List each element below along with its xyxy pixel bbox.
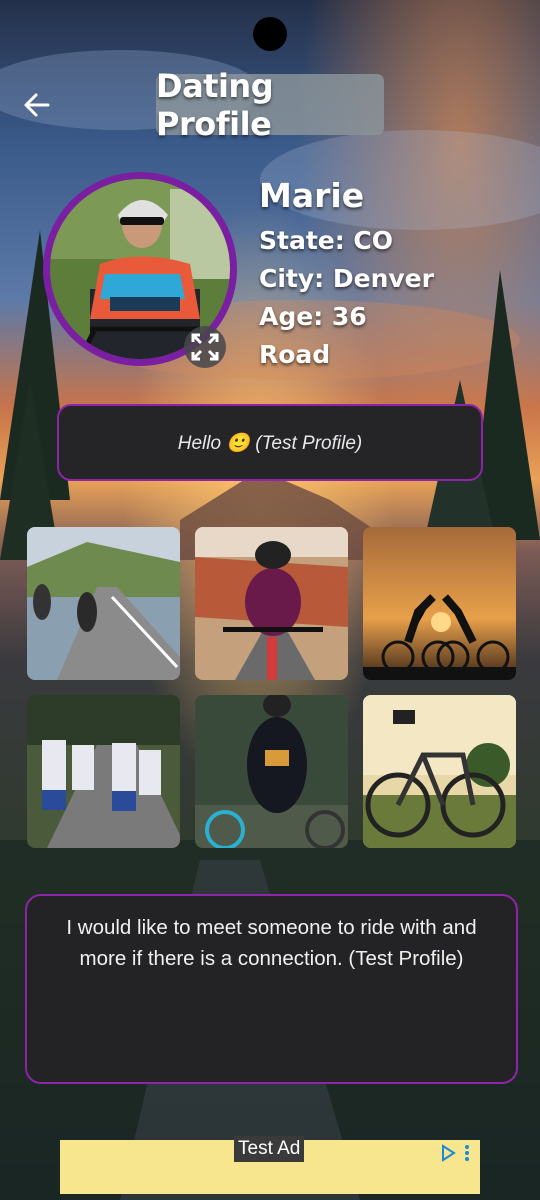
- photo-2[interactable]: [195, 527, 348, 680]
- photo-1[interactable]: [27, 527, 180, 680]
- photo-4[interactable]: [27, 695, 180, 848]
- fullscreen-icon: [191, 333, 219, 361]
- photo-sunset-highfive: [363, 527, 516, 680]
- bio-box: I would like to meet someone to ride wit…: [25, 894, 518, 1084]
- profile-age: Age: 36: [259, 302, 367, 331]
- greeting-box: Hello 🙂 (Test Profile): [57, 404, 483, 481]
- page-title-box: Dating Profile: [156, 67, 384, 143]
- photo-5[interactable]: [195, 695, 348, 848]
- photo-cyclists-road: [27, 527, 180, 680]
- photo-group-ride: [27, 695, 180, 848]
- photo-3[interactable]: [363, 527, 516, 680]
- ad-label: Test Ad: [234, 1136, 305, 1162]
- profile-riding-type: Road: [259, 340, 331, 369]
- adchoices-icon[interactable]: [440, 1144, 474, 1167]
- photo-6[interactable]: [363, 695, 516, 848]
- page-title: Dating Profile: [156, 66, 274, 143]
- back-button[interactable]: [18, 86, 58, 126]
- photo-cyclist-back: [195, 695, 348, 848]
- profile-state: State: CO: [259, 226, 394, 255]
- photo-cyclist-front: [195, 527, 348, 680]
- greeting-text: Hello 🙂 (Test Profile): [177, 432, 363, 454]
- bio-text: I would like to meet someone to ride wit…: [66, 916, 477, 970]
- profile-city: City: Denver: [259, 264, 434, 293]
- photo-parked-bike: [363, 695, 516, 848]
- arrow-left-icon: [24, 93, 50, 117]
- profile-name: Marie: [259, 176, 365, 215]
- expand-photo-button[interactable]: [184, 326, 226, 368]
- camera-cutout: [253, 17, 287, 51]
